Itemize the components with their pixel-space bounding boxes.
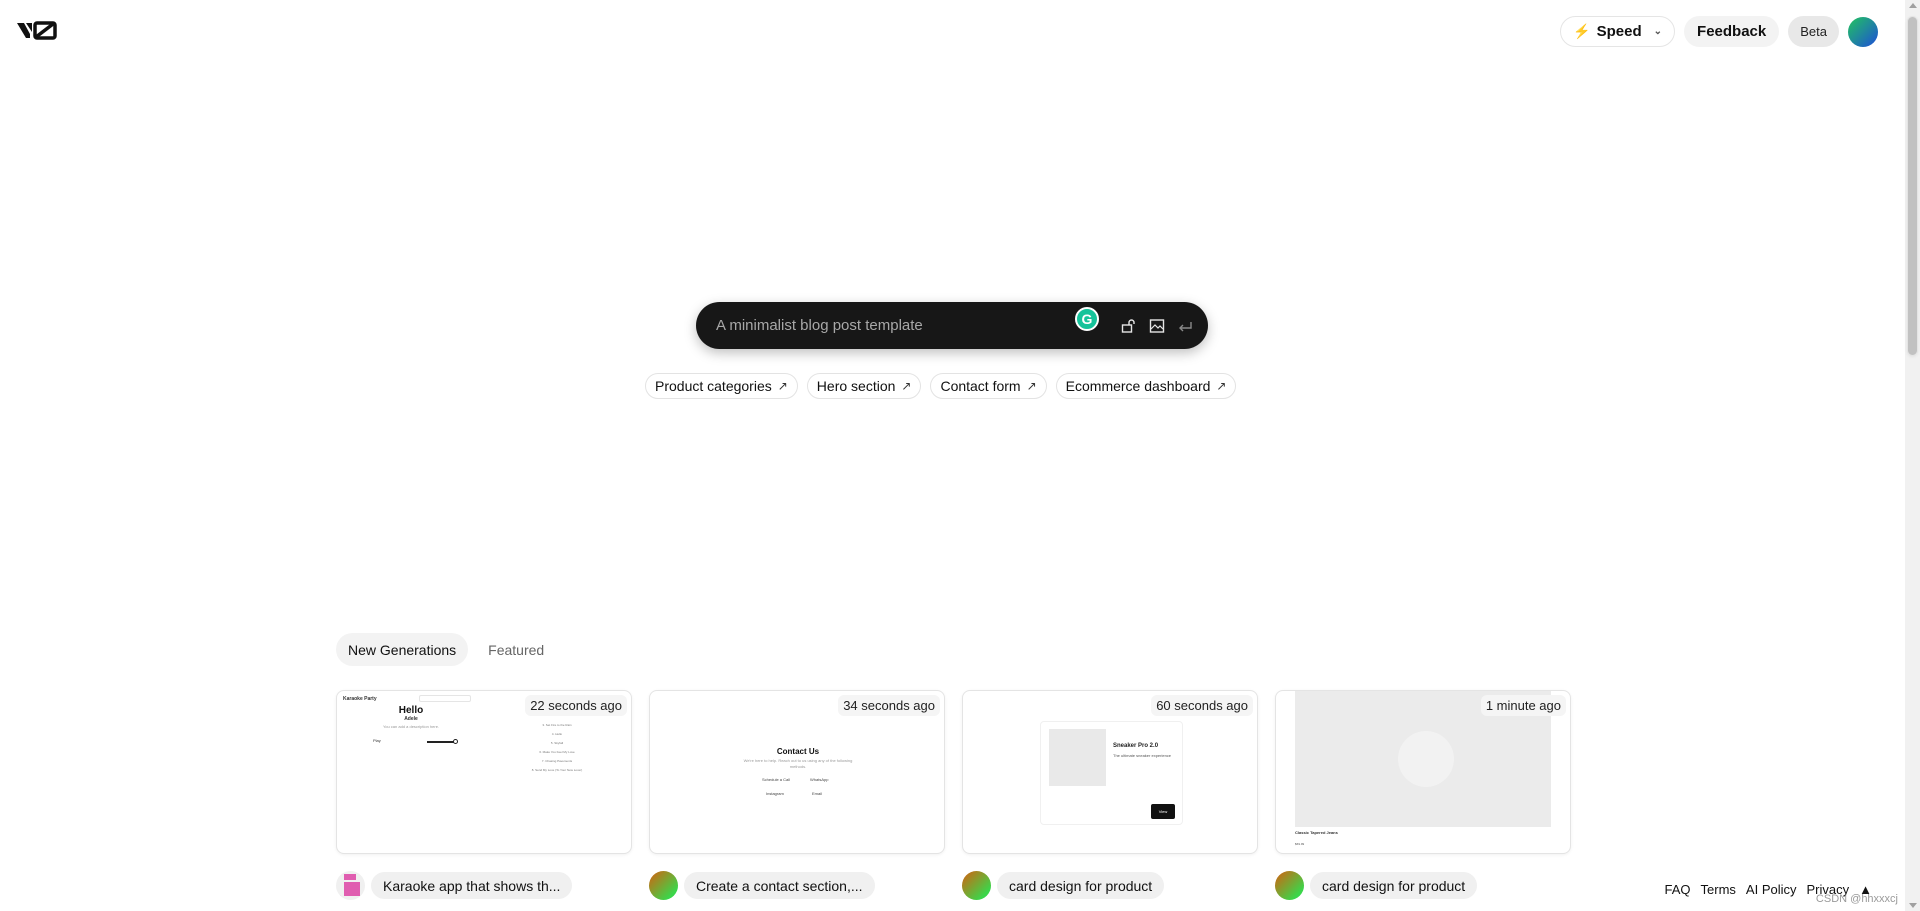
scroll-up-arrow-icon[interactable]: [1909, 3, 1917, 8]
tab-new-generations[interactable]: New Generations: [336, 633, 469, 666]
enter-submit-icon[interactable]: [1176, 317, 1194, 335]
scrollbar-thumb[interactable]: [1907, 16, 1918, 356]
preview-product-name: Classic Tapered Jeans: [1295, 830, 1338, 835]
suggestion-chips: Product categories ↗ Hero section ↗ Cont…: [645, 373, 1237, 399]
generation-preview[interactable]: Karaoke Party Hello Adele You can add a …: [336, 690, 632, 854]
tab-featured[interactable]: Featured: [476, 633, 556, 666]
speed-selector[interactable]: ⚡ Speed ⌄: [1560, 16, 1676, 47]
footer-link-faq[interactable]: FAQ: [1665, 882, 1691, 897]
image-placeholder-icon: [1398, 731, 1454, 787]
generation-timestamp: 60 seconds ago: [1151, 695, 1253, 716]
watermark: CSDN @hhxxxcj: [1815, 893, 1898, 905]
arrow-up-right-icon: ↗: [901, 379, 912, 393]
generation-title[interactable]: card design for product: [1310, 872, 1478, 899]
generation-card[interactable]: Sneaker Pro 2.0 The ultimate sneaker exp…: [962, 690, 1258, 900]
generation-card[interactable]: Contact Us We're here to help. Reach out…: [649, 690, 945, 900]
image-upload-icon[interactable]: [1148, 317, 1166, 335]
preview-method: Email: [812, 791, 823, 796]
header-actions: ⚡ Speed ⌄ Feedback Beta: [1560, 16, 1878, 47]
generation-preview[interactable]: Classic Tapered Jeans $69.99 1 minute ag…: [1275, 690, 1571, 854]
arrow-up-right-icon: ↗: [1216, 379, 1227, 393]
preview-volume-bar: [427, 741, 455, 743]
preview-product-image: [1049, 729, 1106, 786]
preview-description: We're here to help. Reach out to us usin…: [743, 758, 853, 769]
preview-description: You can add a description here.: [382, 724, 440, 729]
suggestion-hero-section[interactable]: Hero section ↗: [806, 373, 922, 399]
generation-card[interactable]: Classic Tapered Jeans $69.99 1 minute ag…: [1275, 690, 1571, 900]
user-avatar[interactable]: [1848, 16, 1878, 47]
generation-title[interactable]: Karaoke app that shows th...: [371, 872, 573, 899]
unlock-icon[interactable]: [1120, 317, 1138, 335]
generations-grid: Karaoke Party Hello Adele You can add a …: [336, 690, 1571, 900]
preview-view-button: View: [1151, 804, 1175, 819]
lightning-icon: ⚡: [1573, 23, 1591, 39]
generation-title[interactable]: card design for product: [997, 872, 1165, 899]
preview-heading: Contact Us: [776, 747, 820, 756]
speed-label: Speed: [1596, 23, 1642, 40]
generation-preview[interactable]: Contact Us We're here to help. Reach out…: [649, 690, 945, 854]
preview-volume-knob: [453, 739, 458, 744]
scroll-down-arrow-icon[interactable]: [1909, 903, 1917, 908]
generation-preview[interactable]: Sneaker Pro 2.0 The ultimate sneaker exp…: [962, 690, 1258, 854]
preview-search-field: [419, 695, 471, 702]
suggestion-contact-form[interactable]: Contact form ↗: [930, 373, 1047, 399]
author-avatar[interactable]: [336, 871, 365, 900]
chevron-down-icon: ⌄: [1653, 26, 1663, 37]
prompt-box: G: [696, 302, 1208, 349]
suggestion-ecommerce-dashboard[interactable]: Ecommerce dashboard ↗: [1055, 373, 1237, 399]
suggestion-product-categories[interactable]: Product categories ↗: [645, 373, 798, 399]
generation-tabs: New Generations Featured: [336, 633, 556, 666]
preview-play: Play: [373, 738, 381, 743]
author-avatar[interactable]: [649, 871, 678, 900]
generation-timestamp: 22 seconds ago: [525, 695, 627, 716]
generation-timestamp: 34 seconds ago: [838, 695, 940, 716]
author-avatar[interactable]: [1275, 871, 1304, 900]
preview-playlist: 3. Set Fire to the Rain 4. Hello 5. Skyf…: [531, 723, 583, 772]
preview-method: Instagram: [766, 791, 784, 796]
arrow-up-right-icon: ↗: [777, 379, 788, 393]
v0-logo[interactable]: [16, 18, 58, 42]
prompt-input[interactable]: [716, 317, 1112, 334]
generation-title[interactable]: Create a contact section,...: [684, 872, 875, 899]
feedback-button[interactable]: Feedback: [1684, 16, 1780, 47]
page-scrollbar[interactable]: [1905, 0, 1920, 911]
footer-link-terms[interactable]: Terms: [1701, 882, 1736, 897]
grammarly-icon[interactable]: G: [1075, 307, 1099, 331]
preview-method: Schedule a Call: [762, 777, 791, 782]
preview-method: WhatsApp: [810, 777, 829, 782]
generation-card[interactable]: Karaoke Party Hello Adele You can add a …: [336, 690, 632, 900]
preview-artist: Adele: [404, 716, 418, 722]
preview-heading: Hello: [398, 705, 424, 716]
preview-product-price: $69.99: [1295, 842, 1305, 846]
preview-product-description: The ultimate sneaker experience: [1113, 753, 1172, 758]
preview-app-name: Karaoke Party: [343, 696, 377, 702]
footer-link-ai-policy[interactable]: AI Policy: [1746, 882, 1797, 897]
arrow-up-right-icon: ↗: [1026, 379, 1037, 393]
preview-product-name: Sneaker Pro 2.0: [1113, 743, 1159, 749]
author-avatar[interactable]: [962, 871, 991, 900]
beta-badge[interactable]: Beta: [1788, 16, 1839, 47]
generation-timestamp: 1 minute ago: [1480, 695, 1566, 716]
